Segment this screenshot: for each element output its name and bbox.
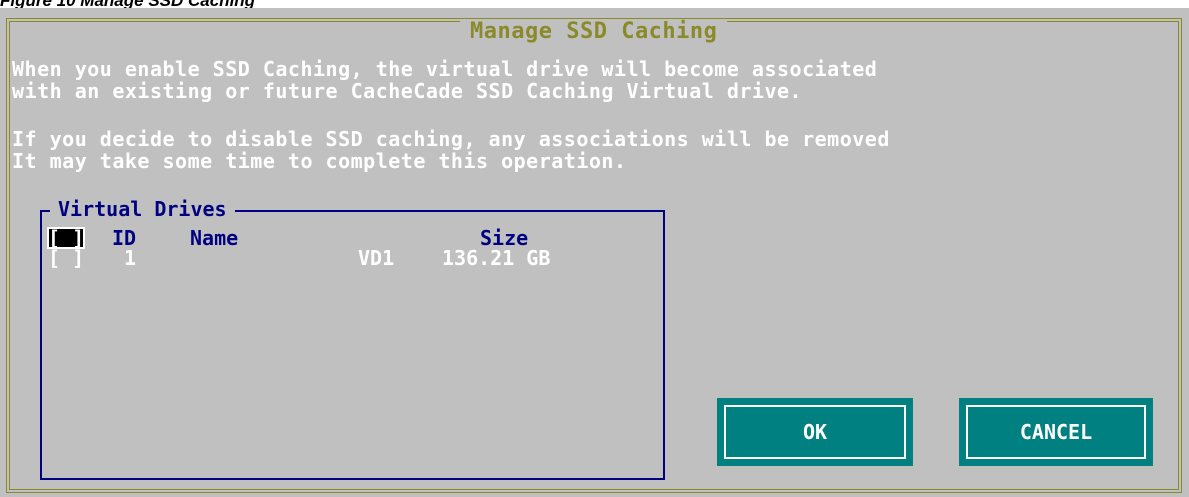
row-size: 136.21 GB [442,246,551,270]
ok-button[interactable]: OK [717,398,913,466]
cancel-button-label: CANCEL [966,405,1146,459]
row-name: VD1 [358,246,395,270]
column-header-size: Size [480,226,529,250]
column-header-name: Name [190,226,239,250]
virtual-drives-title: Virtual Drives [50,198,235,220]
column-header-id: ID [112,226,137,250]
ok-button-label: OK [724,405,906,459]
message-line-3: If you decide to disable SSD caching, an… [12,127,890,151]
manage-ssd-caching-dialog: Manage SSD Caching When you enable SSD C… [0,8,1189,497]
message-line-2: with an existing or future CacheCade SSD… [12,79,803,103]
virtual-drives-group: Virtual Drives [ ] ID Name Size [ ] 1 VD… [40,198,665,480]
select-all-checkbox[interactable]: [ ] [46,227,86,249]
cancel-button[interactable]: CANCEL [959,398,1153,466]
dialog-title: Manage SSD Caching [460,21,728,43]
message-line-4: It may take some time to complete this o… [12,149,627,173]
row-checkbox[interactable]: [ ] [48,248,84,268]
row-id: 1 [124,246,137,270]
message-line-1: When you enable SSD Caching, the virtual… [12,57,878,81]
